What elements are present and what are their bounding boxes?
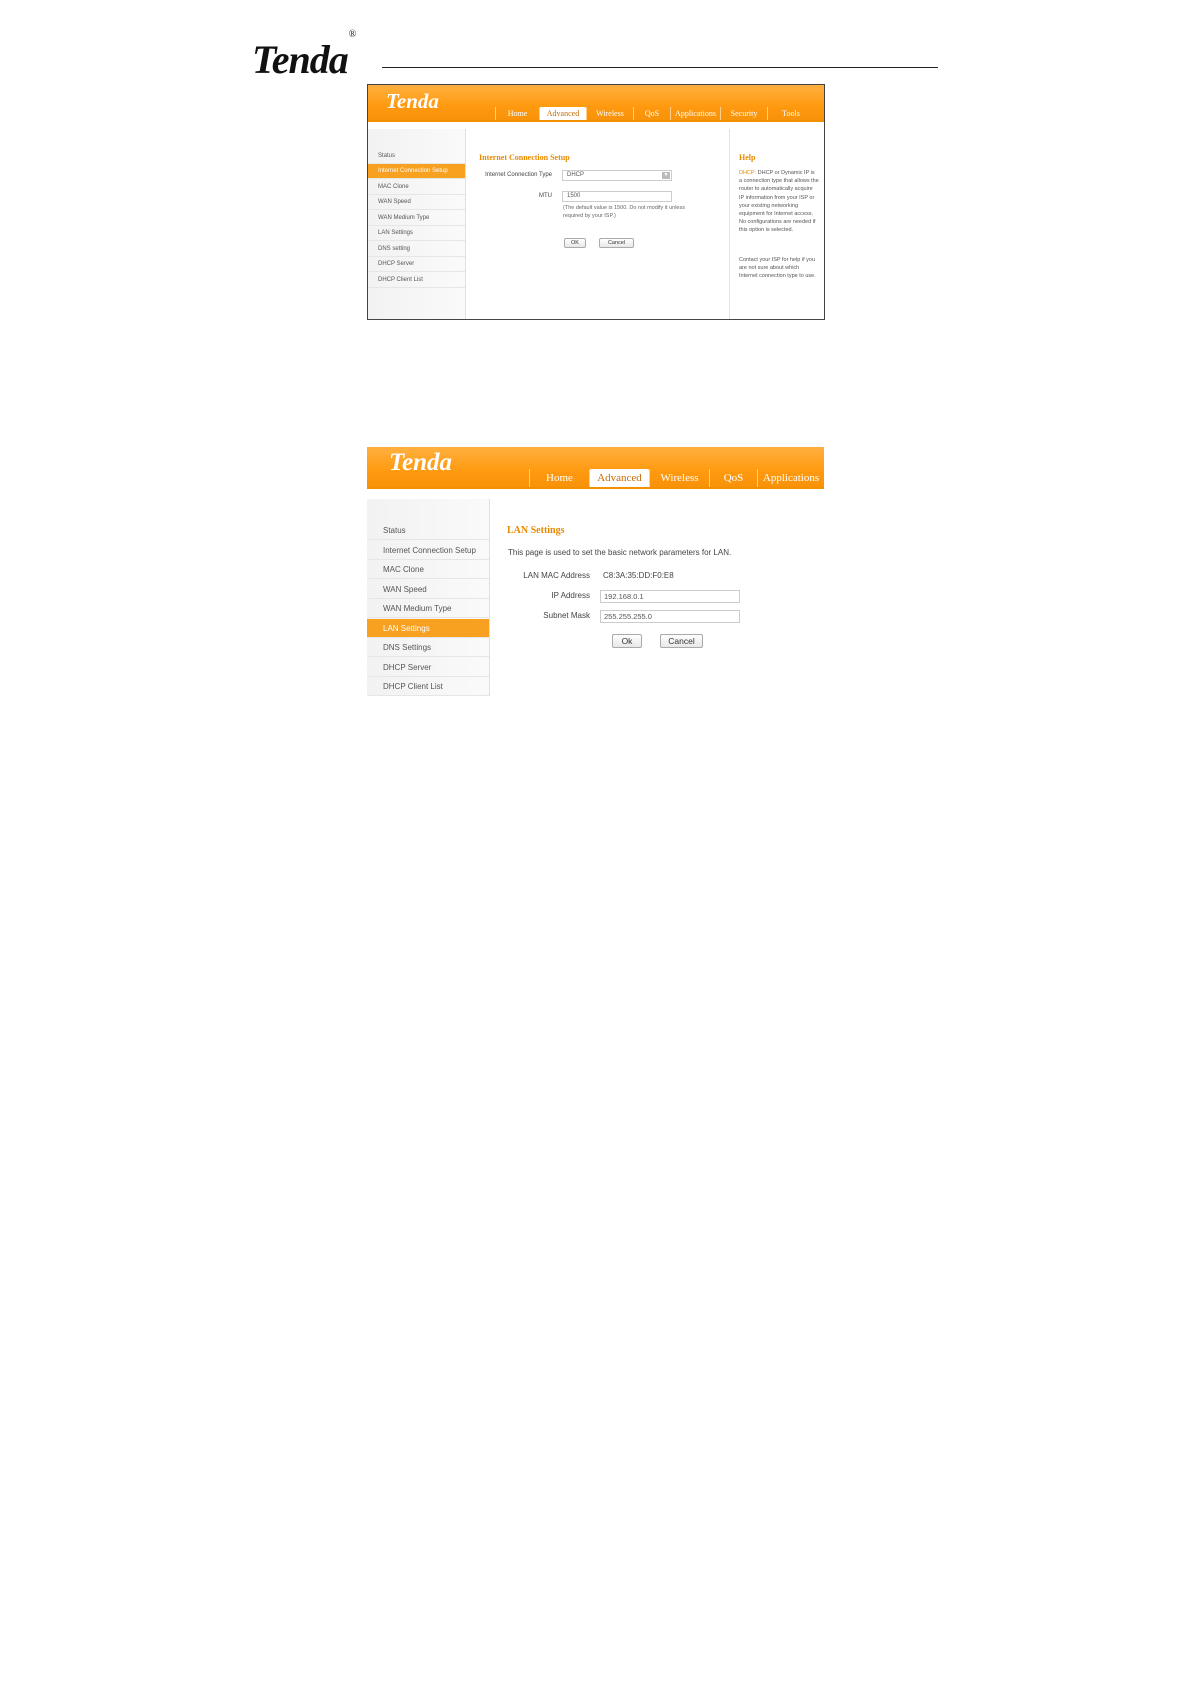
tab-qos[interactable]: QoS: [633, 107, 670, 120]
mtu-label: MTU: [539, 193, 552, 199]
subnet-mask-label: Subnet Mask: [543, 611, 590, 620]
sidebar-item-wan-medium-type[interactable]: WAN Medium Type: [368, 211, 465, 226]
header-rule: [382, 67, 938, 68]
page-description: This page is used to set the basic netwo…: [508, 548, 732, 557]
help-title: Help: [739, 153, 756, 162]
sidebar-item-dns-settings[interactable]: DNS Settings: [367, 638, 489, 657]
registered-mark: ®: [348, 28, 357, 40]
sidebar-item-wan-medium-type[interactable]: WAN Medium Type: [367, 599, 489, 618]
mac-address-label: LAN MAC Address: [523, 571, 590, 580]
sidebar-item-wan-speed[interactable]: WAN Speed: [368, 195, 465, 210]
brand-logo: Tenda: [386, 89, 439, 113]
cancel-button[interactable]: Cancel: [660, 634, 703, 648]
tab-applications[interactable]: Applications: [757, 469, 824, 487]
ok-button[interactable]: Ok: [612, 634, 642, 648]
sidebar-item-lan-settings[interactable]: LAN Settings: [368, 226, 465, 241]
sidebar-item-dhcp-client-list[interactable]: DHCP Client List: [368, 273, 465, 288]
connection-type-select[interactable]: DHCP ▼: [562, 170, 672, 181]
sidebar-item-dns-setting[interactable]: DNS setting: [368, 242, 465, 257]
tab-advanced[interactable]: Advanced: [589, 469, 649, 487]
sidebar-item-dhcp-client-list[interactable]: DHCP Client List: [367, 677, 489, 696]
sidebar-item-status[interactable]: Status: [368, 149, 465, 164]
help-paragraph-1: DHCP or Dynamic IP is a connection type …: [739, 170, 819, 234]
subnet-mask-input[interactable]: 255.255.255.0: [600, 610, 740, 623]
tab-applications[interactable]: Applications: [670, 107, 720, 120]
tab-underline: [367, 487, 824, 489]
screenshot-internet-connection-setup: Tenda Home Advanced Wireless QoS Applica…: [367, 84, 825, 320]
tab-wireless[interactable]: Wireless: [649, 469, 709, 487]
chevron-down-icon: ▼: [662, 172, 670, 179]
cancel-button[interactable]: Cancel: [599, 238, 634, 248]
tab-qos[interactable]: QoS: [709, 469, 757, 487]
section-title: Internet Connection Setup: [479, 153, 570, 162]
ip-address-label: IP Address: [551, 591, 590, 600]
sidebar-item-mac-clone[interactable]: MAC Clone: [367, 560, 489, 579]
mtu-input[interactable]: 1500: [562, 191, 672, 202]
main-tabs: Home Advanced Wireless QoS Applications …: [495, 107, 814, 120]
header-banner: Tenda Home Advanced Wireless QoS Applica…: [367, 447, 824, 487]
connection-type-label: Internet Connection Type: [485, 172, 552, 178]
screenshot-lan-settings: Tenda Home Advanced Wireless QoS Applica…: [367, 447, 824, 696]
sidebar-item-dhcp-server[interactable]: DHCP Server: [368, 257, 465, 272]
header-banner: Tenda Home Advanced Wireless QoS Applica…: [368, 85, 824, 120]
connection-type-value: DHCP: [567, 172, 585, 178]
sidebar: Status Internet Connection Setup MAC Clo…: [368, 129, 466, 319]
main-tabs: Home Advanced Wireless QoS Applications: [529, 469, 824, 487]
sidebar-item-lan-settings[interactable]: LAN Settings: [367, 619, 489, 638]
section-title: LAN Settings: [507, 525, 565, 536]
tab-home[interactable]: Home: [529, 469, 589, 487]
sidebar-item-mac-clone[interactable]: MAC Clone: [368, 180, 465, 195]
sidebar-item-internet-connection-setup[interactable]: Internet Connection Setup: [368, 164, 465, 179]
tab-wireless[interactable]: Wireless: [586, 107, 633, 120]
tab-advanced[interactable]: Advanced: [539, 107, 586, 120]
tab-underline: [368, 120, 824, 122]
mac-address-value: C8:3A:35:DD:F0:E8: [603, 571, 674, 580]
sidebar-item-dhcp-server[interactable]: DHCP Server: [367, 658, 489, 677]
help-panel: Help DHCP: DHCP or Dynamic IP is a conne…: [729, 129, 824, 319]
document-logo-text: Tenda: [252, 37, 349, 82]
tab-home[interactable]: Home: [495, 107, 539, 120]
ip-address-input[interactable]: 192.168.0.1: [600, 590, 740, 603]
help-keyword: DHCP:: [739, 170, 757, 176]
ok-button[interactable]: OK: [564, 238, 586, 248]
mtu-note: (The default value is 1500. Do not modif…: [563, 205, 685, 219]
tab-security[interactable]: Security: [720, 107, 767, 120]
brand-logo: Tenda: [389, 449, 452, 476]
help-paragraph-2: Contact your ISP for help if you are not…: [739, 257, 816, 280]
sidebar-item-status[interactable]: Status: [367, 521, 489, 540]
document-logo: Tenda®: [252, 29, 356, 83]
help-text-dhcp: DHCP: DHCP or Dynamic IP is a connection…: [739, 169, 819, 235]
sidebar-item-internet-connection-setup[interactable]: Internet Connection Setup: [367, 541, 489, 560]
sidebar: Status Internet Connection Setup MAC Clo…: [367, 499, 490, 696]
tab-tools[interactable]: Tools: [767, 107, 814, 120]
sidebar-item-wan-speed[interactable]: WAN Speed: [367, 580, 489, 599]
